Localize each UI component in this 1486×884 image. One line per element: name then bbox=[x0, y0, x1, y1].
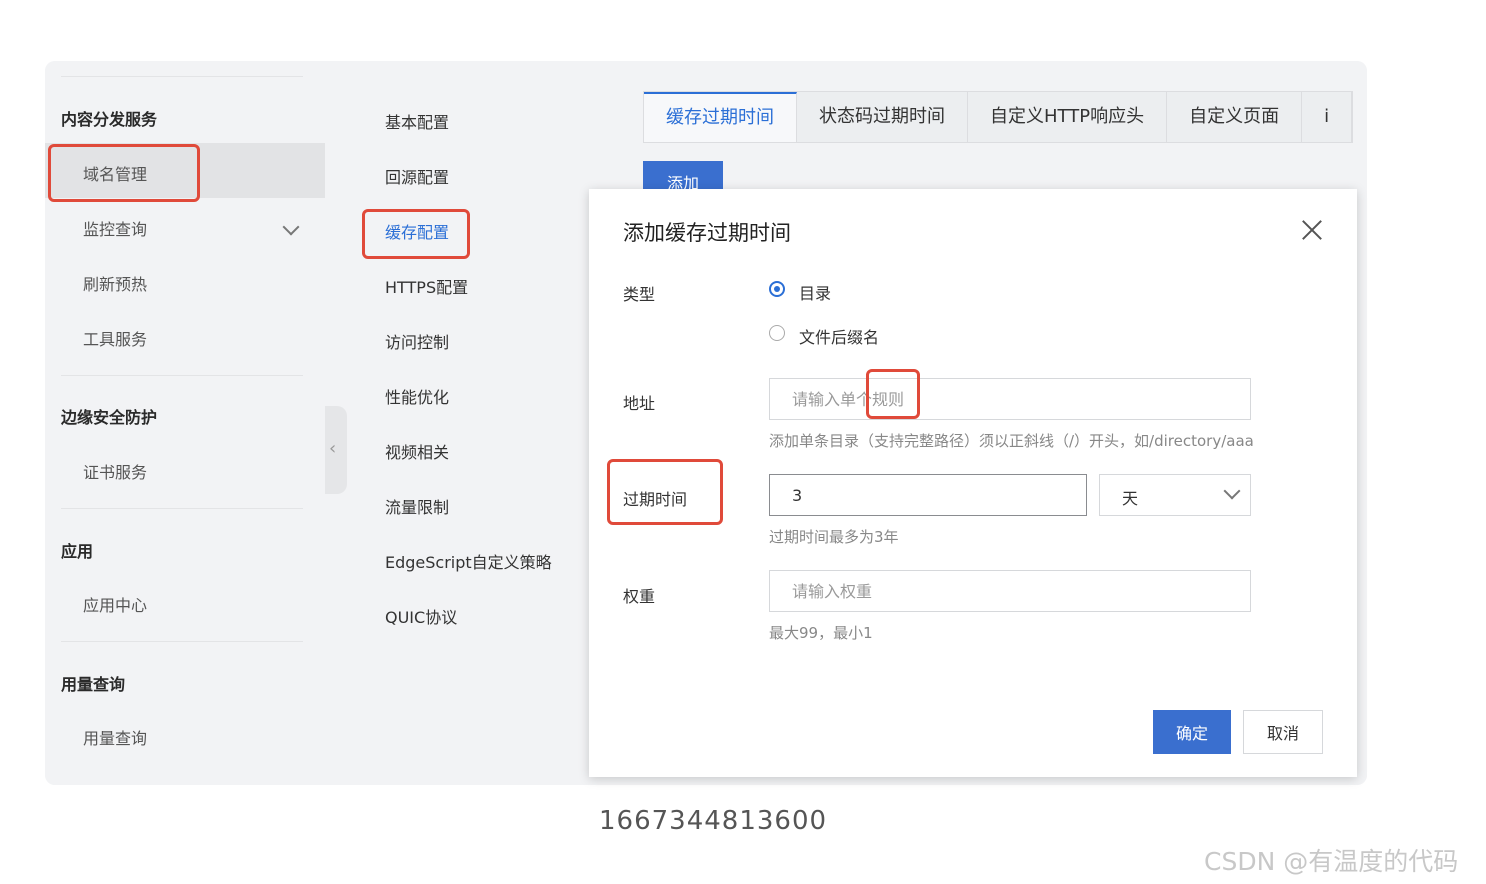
dialog-title: 添加缓存过期时间 bbox=[623, 221, 791, 245]
highlight-box-domain bbox=[48, 144, 200, 202]
expire-time-input[interactable] bbox=[769, 474, 1087, 516]
type-radio-directory[interactable] bbox=[769, 281, 785, 297]
sidebar-item-refresh[interactable]: 刷新预热 bbox=[83, 271, 147, 295]
expire-hint: 过期时间最多为3年 bbox=[769, 528, 899, 546]
type-label: 类型 bbox=[623, 285, 656, 304]
sidebar-item-app-center[interactable]: 应用中心 bbox=[83, 592, 147, 616]
weight-input[interactable] bbox=[769, 570, 1251, 612]
highlight-box-expire bbox=[607, 459, 723, 525]
divider bbox=[61, 508, 303, 509]
subnav-item-traffic[interactable]: 流量限制 bbox=[385, 494, 449, 518]
divider bbox=[61, 375, 303, 376]
tab-more[interactable]: i bbox=[1302, 92, 1353, 142]
divider bbox=[61, 76, 303, 77]
type-option-directory[interactable]: 目录 bbox=[799, 280, 831, 304]
close-icon[interactable] bbox=[1299, 217, 1325, 243]
sidebar-item-tools[interactable]: 工具服务 bbox=[83, 326, 147, 350]
confirm-button[interactable]: 确定 bbox=[1153, 710, 1231, 754]
weight-hint: 最大99，最小1 bbox=[769, 624, 873, 642]
subnav-item-quic[interactable]: QUIC协议 bbox=[385, 604, 457, 628]
chevron-down-icon bbox=[1223, 482, 1241, 500]
subnav-item-access[interactable]: 访问控制 bbox=[385, 329, 449, 353]
expire-unit-select[interactable]: 天 bbox=[1099, 474, 1251, 516]
watermark: CSDN @有温度的代码 bbox=[1204, 847, 1459, 876]
type-radio-suffix[interactable] bbox=[769, 325, 785, 341]
expire-unit-value: 天 bbox=[1122, 489, 1139, 508]
address-hint: 添加单条目录（支持完整路径）须以正斜线（/）开头，如/directory/aaa bbox=[769, 432, 1254, 450]
sidebar-group-security: 边缘安全防护 bbox=[61, 408, 158, 427]
address-input[interactable] bbox=[769, 378, 1251, 420]
chevron-down-icon[interactable] bbox=[282, 218, 300, 236]
tab-status-code-expire[interactable]: 状态码过期时间 bbox=[797, 92, 968, 142]
sidebar-group-apps: 应用 bbox=[61, 542, 94, 561]
collapse-sidebar-button[interactable]: ‹ bbox=[325, 406, 347, 494]
tab-custom-http-header[interactable]: 自定义HTTP响应头 bbox=[968, 92, 1168, 142]
cache-tabs: 缓存过期时间 状态码过期时间 自定义HTTP响应头 自定义页面 i bbox=[643, 91, 1354, 143]
weight-label: 权重 bbox=[623, 587, 656, 606]
tab-cache-expire[interactable]: 缓存过期时间 bbox=[644, 92, 797, 142]
chevron-left-icon: ‹ bbox=[329, 438, 337, 459]
sidebar-group-usage: 用量查询 bbox=[61, 675, 126, 694]
subnav-item-performance[interactable]: 性能优化 bbox=[385, 384, 449, 408]
sidebar-group-cdn: 内容分发服务 bbox=[61, 110, 158, 129]
subnav-item-origin[interactable]: 回源配置 bbox=[385, 164, 449, 188]
image-caption: 1667344813600 bbox=[599, 806, 828, 836]
subnav-item-edgescript[interactable]: EdgeScript自定义策略 bbox=[385, 549, 552, 573]
address-label: 地址 bbox=[623, 394, 656, 413]
highlight-box-cache-config bbox=[362, 209, 470, 259]
sidebar-item-monitor[interactable]: 监控查询 bbox=[83, 216, 147, 240]
config-subnav: ‹ 基本配置 回源配置 缓存配置 HTTPS配置 访问控制 性能优化 视频相关 … bbox=[325, 61, 610, 785]
cancel-button[interactable]: 取消 bbox=[1243, 710, 1323, 754]
sidebar-item-cert[interactable]: 证书服务 bbox=[83, 459, 147, 483]
type-option-suffix[interactable]: 文件后缀名 bbox=[799, 324, 879, 348]
subnav-item-basic[interactable]: 基本配置 bbox=[385, 109, 449, 133]
highlight-box-rule bbox=[866, 369, 920, 419]
subnav-item-video[interactable]: 视频相关 bbox=[385, 439, 449, 463]
subnav-item-https[interactable]: HTTPS配置 bbox=[385, 274, 468, 298]
sidebar-item-usage[interactable]: 用量查询 bbox=[83, 725, 147, 749]
divider bbox=[61, 641, 303, 642]
tab-custom-page[interactable]: 自定义页面 bbox=[1167, 92, 1303, 142]
